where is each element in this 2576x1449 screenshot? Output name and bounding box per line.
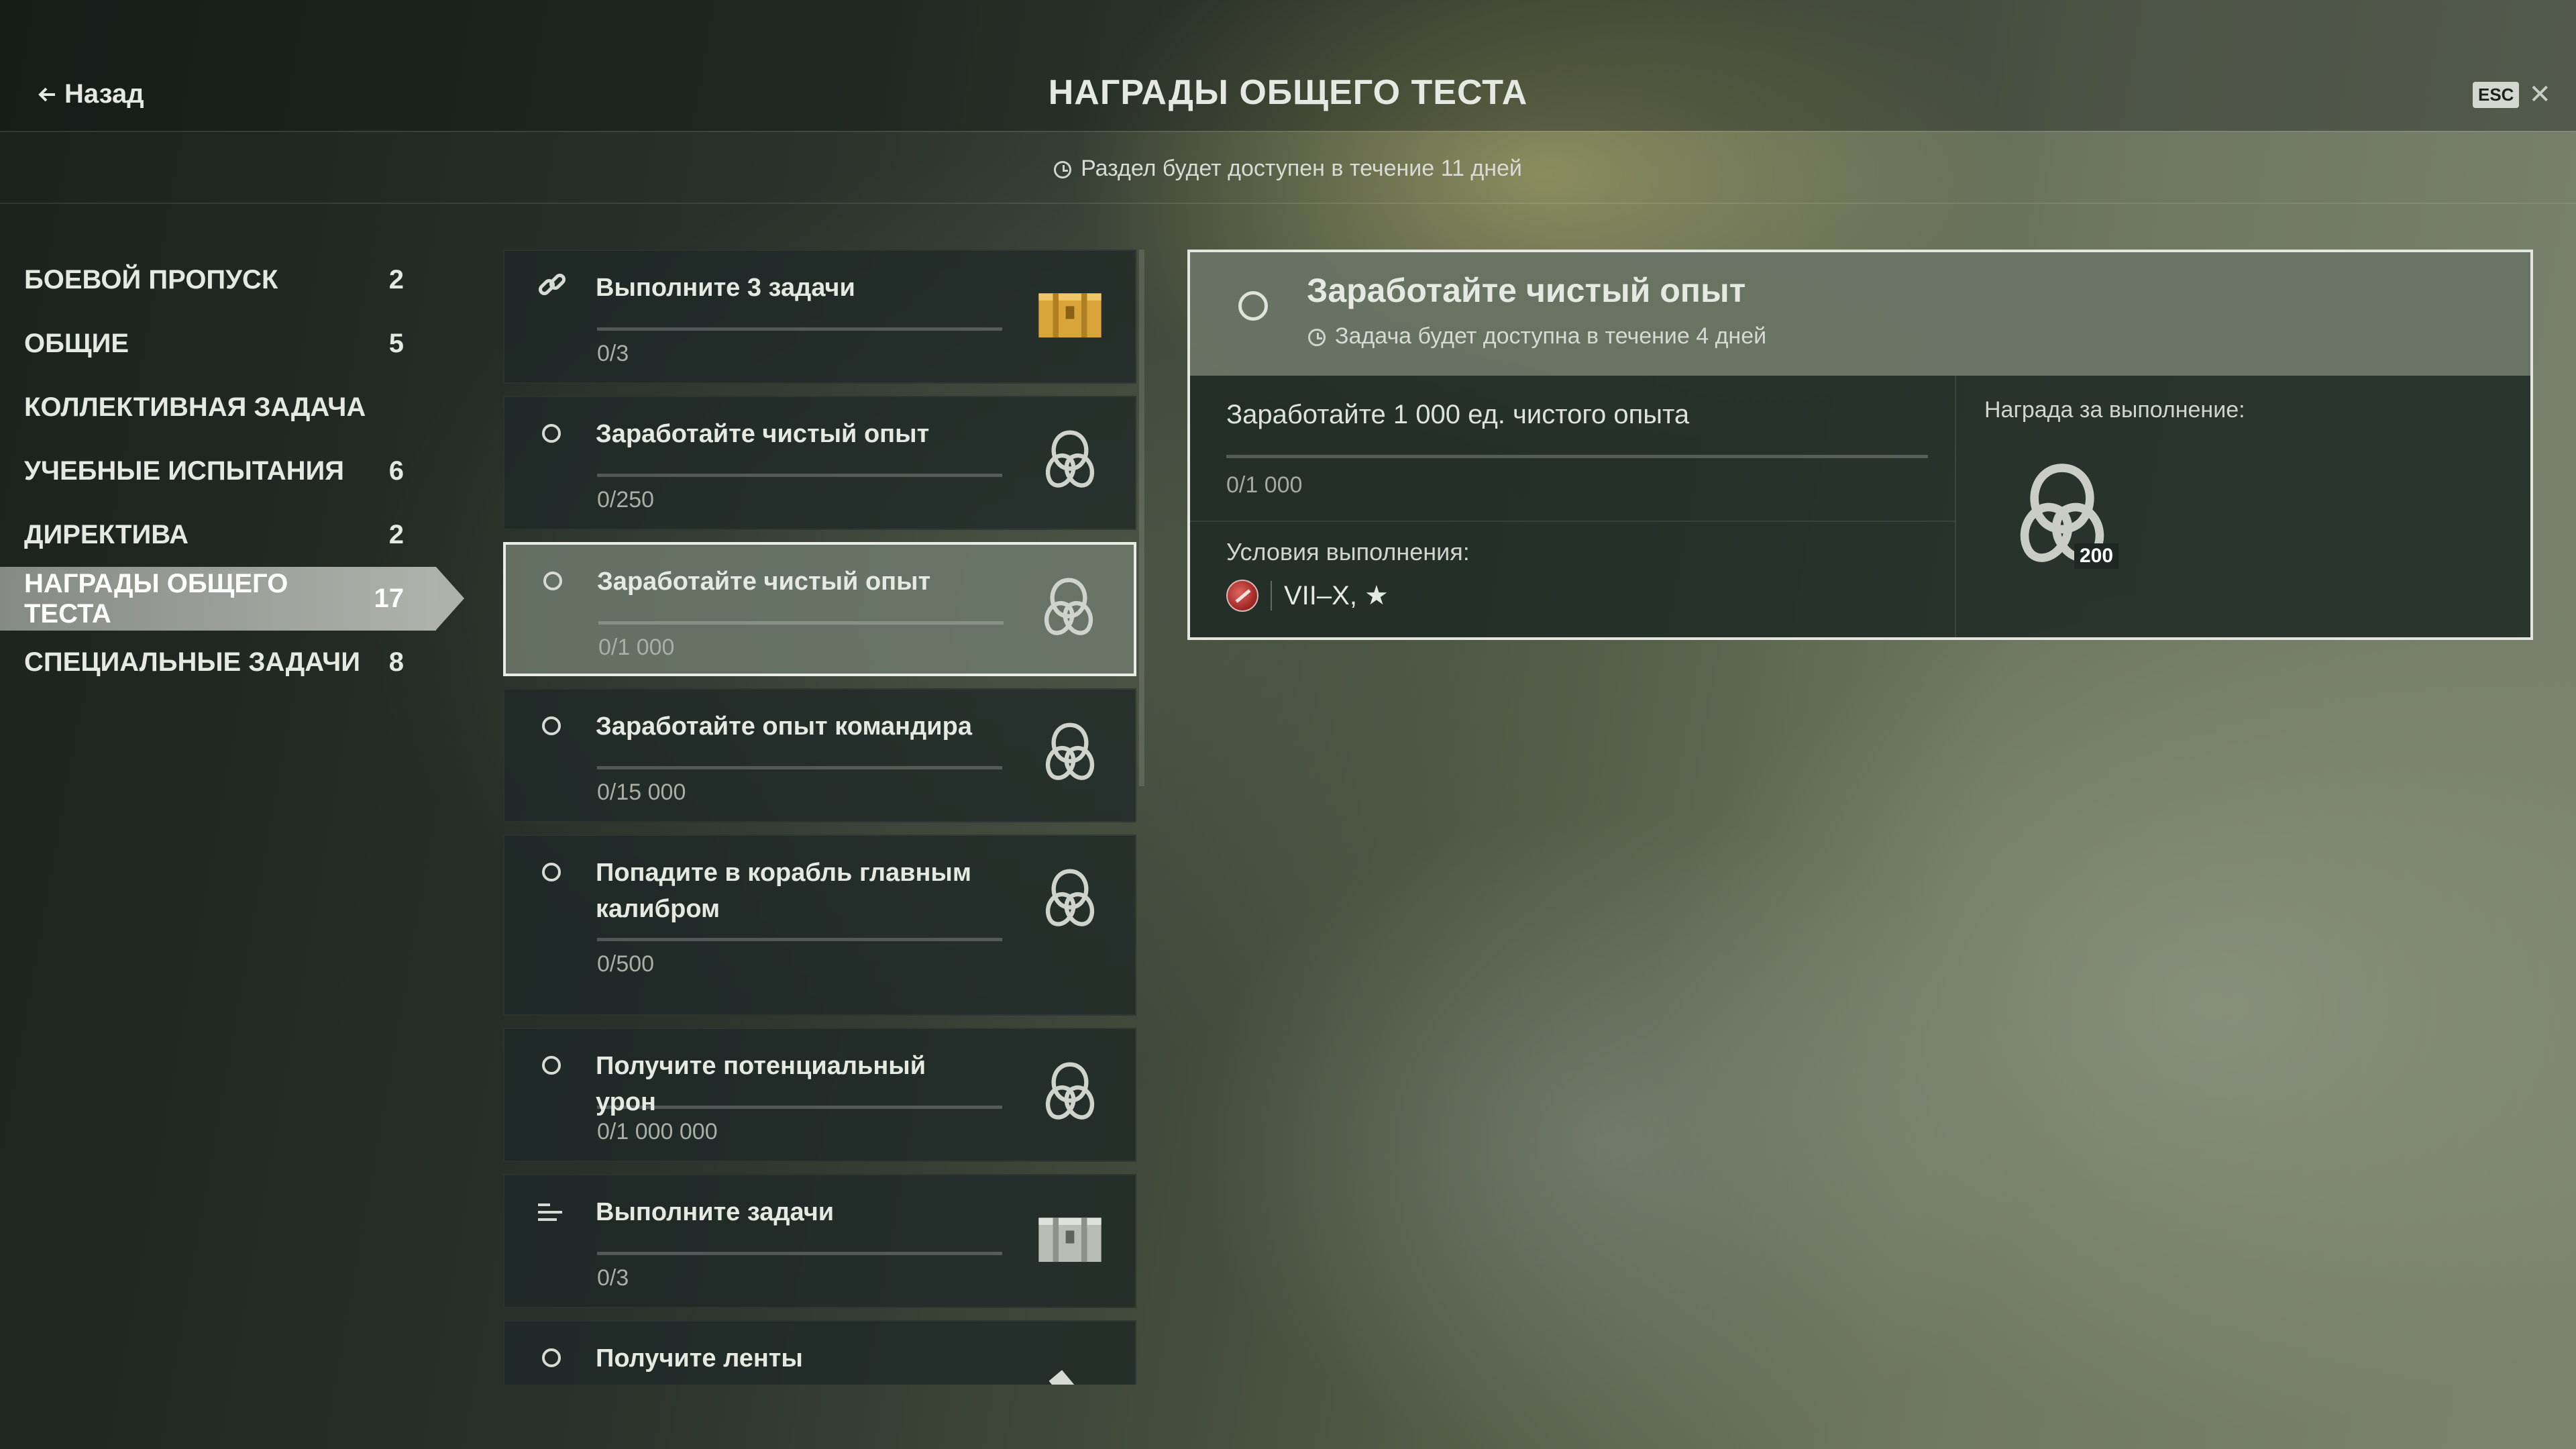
conditions-label: Условия выполнения: xyxy=(1226,538,1470,566)
esc-close-button[interactable]: ESC ✕ xyxy=(2473,79,2551,110)
task-card[interactable]: Получите ленты xyxy=(503,1320,1136,1385)
task-list: Выполните 3 задачи 0/3 Заработайте чистый … xyxy=(503,250,1138,1385)
task-progress-bar xyxy=(597,327,1002,331)
task-detail-header: Заработайте чистый опыт Задача будет дос… xyxy=(1190,252,2530,376)
task-progress-text: 0/1 000 xyxy=(598,635,675,660)
clock-icon xyxy=(1308,329,1326,347)
task-list-scrollbar[interactable] xyxy=(1139,250,1144,786)
chain-icon xyxy=(1033,572,1104,643)
sidebar-item-count: 8 xyxy=(388,647,404,677)
conditions-row: VII–X, ★ xyxy=(1226,580,1389,612)
circle-icon xyxy=(542,424,561,443)
sidebar-item-label: НАГРАДЫ ОБЩЕГО ТЕСТА xyxy=(24,568,288,629)
list-icon xyxy=(538,1202,565,1222)
sidebar-item-label: УЧЕБНЫЕ ИСПЫТАНИЯ xyxy=(24,456,344,486)
nation-flag-icon xyxy=(1226,580,1258,612)
task-card[interactable]: Выполните 3 задачи 0/3 xyxy=(503,250,1136,384)
gold-container-icon xyxy=(1034,278,1106,349)
task-detail-progress-bar xyxy=(1226,455,1928,458)
task-title: Выполните задачи xyxy=(596,1198,835,1226)
section-availability: Раздел будет доступен в течение 11 дней xyxy=(0,156,2576,182)
sidebar-item[interactable]: УЧЕБНЫЕ ИСПЫТАНИЯ 6 xyxy=(0,439,436,503)
task-progress-text: 0/3 xyxy=(597,1265,629,1291)
link-icon xyxy=(535,268,569,302)
task-detail-separator xyxy=(1190,521,1955,522)
task-progress-text: 0/500 xyxy=(597,951,655,977)
chain-icon xyxy=(1034,1056,1106,1127)
task-progress-bar xyxy=(597,1252,1002,1255)
reward-label: Награда за выполнение: xyxy=(1984,397,2245,423)
sidebar-item[interactable]: СПЕЦИАЛЬНЫЕ ЗАДАЧИ 8 xyxy=(0,631,436,694)
close-icon: ✕ xyxy=(2528,80,2551,109)
task-progress-text: 0/3 xyxy=(597,341,629,366)
chain-icon xyxy=(1034,716,1106,788)
task-detail-vertical-divider xyxy=(1955,376,1956,637)
clock-icon xyxy=(1054,161,1072,179)
task-progress-text: 0/1 000 000 xyxy=(597,1119,718,1144)
task-card[interactable]: Попадите в корабль главным калибром 0/500 xyxy=(503,835,1136,1016)
task-progress-text: 0/15 000 xyxy=(597,780,686,805)
sidebar-item[interactable]: ОБЩИЕ 5 xyxy=(0,312,436,376)
task-title: Получите ленты xyxy=(596,1344,803,1373)
task-detail-availability-text: Задача будет доступна в течение 4 дней xyxy=(1335,323,1767,349)
circle-icon xyxy=(542,1056,561,1075)
sidebar-item-label: ОБЩИЕ xyxy=(24,329,129,358)
chain-icon xyxy=(1034,863,1106,934)
sidebar-item-label: ДИРЕКТИВА xyxy=(24,520,189,549)
circle-icon xyxy=(543,572,562,590)
reward-count-badge: 200 xyxy=(2074,543,2119,569)
sidebar-item-label: БОЕВОЙ ПРОПУСК xyxy=(24,265,278,294)
task-title: Попадите в корабль главным калибром xyxy=(596,859,971,923)
task-title: Заработайте чистый опыт xyxy=(597,568,931,596)
page-title: НАГРАДЫ ОБЩЕГО ТЕСТА xyxy=(1048,73,1528,112)
sidebar-item-count: 6 xyxy=(388,456,404,486)
circle-icon xyxy=(542,863,561,881)
sidebar-item[interactable]: КОЛЛЕКТИВНАЯ ЗАДАЧА xyxy=(0,376,436,439)
task-progress-text: 0/250 xyxy=(597,487,655,513)
silver-container-icon xyxy=(1034,1202,1106,1273)
task-title: Заработайте опыт командира xyxy=(596,712,972,741)
category-sidebar: БОЕВОЙ ПРОПУСК 2 ОБЩИЕ 5 КОЛЛЕКТИВНАЯ ЗАДАЧА… xyxy=(0,248,470,694)
sidebar-item-label: СПЕЦИАЛЬНЫЕ ЗАДАЧИ xyxy=(24,647,360,677)
task-title: Выполните 3 задачи xyxy=(596,274,855,302)
task-card[interactable]: Заработайте чистый опыт 0/250 xyxy=(503,396,1136,530)
sidebar-item-count: 2 xyxy=(388,520,404,549)
sidebar-item[interactable]: НАГРАДЫ ОБЩЕГО ТЕСТА 17 xyxy=(0,567,464,631)
task-detail-title: Заработайте чистый опыт xyxy=(1307,272,1746,309)
sidebar-item-count: 2 xyxy=(388,265,404,294)
sidebar-item[interactable]: БОЕВОЙ ПРОПУСК 2 xyxy=(0,248,436,312)
task-detail-description: Заработайте 1 000 ед. чистого опыта xyxy=(1226,400,1690,429)
sidebar-item-count: 17 xyxy=(374,584,405,613)
task-title: Получите потенциальный урон xyxy=(596,1052,926,1116)
header-divider xyxy=(0,131,2576,132)
task-detail-panel: Заработайте чистый опыт Задача будет дос… xyxy=(1187,250,2533,640)
task-progress-bar xyxy=(597,938,1002,941)
ribbon-icon xyxy=(1034,1348,1106,1385)
task-title: Заработайте чистый опыт xyxy=(596,420,930,448)
subheader-divider xyxy=(0,203,2576,204)
task-status-circle-icon xyxy=(1238,291,1268,321)
task-progress-bar xyxy=(597,1106,1002,1109)
chain-icon xyxy=(1034,424,1106,495)
esc-key-icon: ESC xyxy=(2473,81,2520,108)
conditions-divider xyxy=(1271,581,1272,610)
task-card[interactable]: Выполните задачи 0/3 xyxy=(503,1174,1136,1308)
circle-icon xyxy=(542,716,561,735)
sidebar-item-count: 5 xyxy=(388,329,404,358)
task-progress-bar xyxy=(597,474,1002,477)
sidebar-item-label: КОЛЛЕКТИВНАЯ ЗАДАЧА xyxy=(24,392,366,422)
task-card[interactable]: Заработайте опыт командира 0/15 000 xyxy=(503,688,1136,822)
task-detail-availability: Задача будет доступна в течение 4 дней xyxy=(1308,323,1766,350)
conditions-value: VII–X, ★ xyxy=(1284,581,1389,610)
sidebar-item[interactable]: ДИРЕКТИВА 2 xyxy=(0,503,436,567)
task-progress-bar xyxy=(598,621,1004,625)
section-availability-text: Раздел будет доступен в течение 11 дней xyxy=(1081,156,1522,181)
task-detail-progress-text: 0/1 000 xyxy=(1226,472,1303,498)
task-card[interactable]: Заработайте чистый опыт 0/1 000 xyxy=(503,542,1136,676)
task-card[interactable]: Получите потенциальный урон 0/1 000 000 xyxy=(503,1028,1136,1162)
task-detail-body: Заработайте 1 000 ед. чистого опыта 0/1 … xyxy=(1190,376,1955,637)
task-progress-bar xyxy=(597,766,1002,769)
circle-icon xyxy=(542,1348,561,1367)
